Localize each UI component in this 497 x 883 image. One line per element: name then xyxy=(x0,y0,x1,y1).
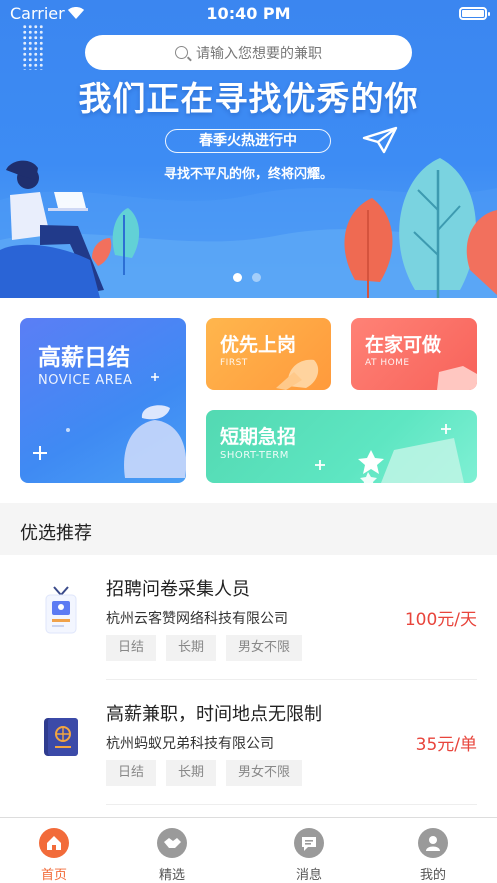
job-tag: 男女不限 xyxy=(226,635,303,661)
tagline-wrap: 春季火热进行中 xyxy=(165,130,331,152)
job-tags: 日结 长期 男女不限 xyxy=(106,635,303,661)
job-tag: 长期 xyxy=(166,635,217,661)
job-title: 招聘问卷采集人员 xyxy=(106,579,250,600)
job-list: 招聘问卷采集人员 杭州云客赞网络科技有限公司 100元/天 日结 长期 男女不限… xyxy=(0,555,497,817)
hero-banner[interactable]: 请输入您想要的兼职 我们正在寻找优秀的你 春季火热进行中 寻找不平凡的你，终将闪… xyxy=(0,0,497,298)
job-card[interactable]: 高薪兼职，时间地点无限制 杭州蚂蚁兄弟科技有限公司 35元/单 日结 长期 男女… xyxy=(0,680,497,804)
badge-icon xyxy=(45,586,77,634)
tab-label: 精选 xyxy=(158,868,185,883)
job-tag: 长期 xyxy=(166,760,217,786)
carousel-dot-2[interactable] xyxy=(252,273,261,282)
job-tag: 男女不限 xyxy=(226,760,303,786)
moneybag-icon xyxy=(33,373,186,478)
section-header: 优选推荐 xyxy=(0,503,497,555)
search-icon xyxy=(175,46,188,59)
carousel-dot-1[interactable] xyxy=(233,273,242,282)
category-at-home[interactable]: 在家可做 AT HOME xyxy=(351,318,477,390)
status-bar: Carrier 10:40 PM xyxy=(0,0,497,28)
search-input[interactable]: 请输入您想要的兼职 xyxy=(85,35,412,70)
banner-tagline: 春季火热进行中 xyxy=(199,133,297,149)
job-company: 杭州云客赞网络科技有限公司 xyxy=(106,611,288,627)
job-company: 杭州蚂蚁兄弟科技有限公司 xyxy=(106,736,274,752)
passport-icon xyxy=(44,718,78,756)
job-tag: 日结 xyxy=(106,760,157,786)
user-icon xyxy=(418,828,448,858)
list-divider xyxy=(106,804,477,805)
tab-label: 消息 xyxy=(295,868,322,883)
search-placeholder: 请输入您想要的兼职 xyxy=(196,45,322,62)
job-tags: 日结 长期 男女不限 xyxy=(106,760,303,786)
banner-subline: 寻找不平凡的你，终将闪耀。 xyxy=(163,167,333,182)
rocket-icon xyxy=(276,359,319,390)
job-tag: 日结 xyxy=(106,635,157,661)
tab-label: 首页 xyxy=(40,868,67,883)
tab-home[interactable]: 首页 xyxy=(14,828,94,883)
tab-bar: 首页 精选 消息 我的 xyxy=(0,817,497,883)
paper-plane-icon xyxy=(362,126,398,154)
tab-profile[interactable]: 我的 xyxy=(393,828,473,883)
house-icon xyxy=(437,366,477,390)
tab-messages[interactable]: 消息 xyxy=(269,828,349,883)
tab-label: 我的 xyxy=(419,868,446,883)
tab-featured[interactable]: 精选 xyxy=(132,828,212,883)
category-short-term[interactable]: 短期急招 SHORT-TERM xyxy=(206,410,477,483)
banner-headline: 我们正在寻找优秀的你 xyxy=(78,79,419,118)
category-novice-area[interactable]: 高薪日结 NOVICE AREA xyxy=(20,318,186,483)
category-grid: 高薪日结 NOVICE AREA 优先上岗 FIRST 在家可做 AT HOME… xyxy=(0,298,497,503)
star-ticket-icon xyxy=(315,424,464,483)
job-salary: 100元/天 xyxy=(404,610,477,630)
battery-icon xyxy=(459,7,490,20)
category-first[interactable]: 优先上岗 FIRST xyxy=(206,318,331,390)
job-card[interactable]: 招聘问卷采集人员 杭州云客赞网络科技有限公司 100元/天 日结 长期 男女不限 xyxy=(0,555,497,679)
message-icon xyxy=(294,828,324,858)
job-title: 高薪兼职，时间地点无限制 xyxy=(106,704,322,725)
handshake-icon xyxy=(157,828,187,858)
section-title: 优选推荐 xyxy=(20,523,92,544)
carousel-indicator[interactable] xyxy=(233,273,261,282)
job-salary: 35元/单 xyxy=(415,735,477,755)
home-icon xyxy=(39,828,69,858)
status-time: 10:40 PM xyxy=(206,4,291,23)
